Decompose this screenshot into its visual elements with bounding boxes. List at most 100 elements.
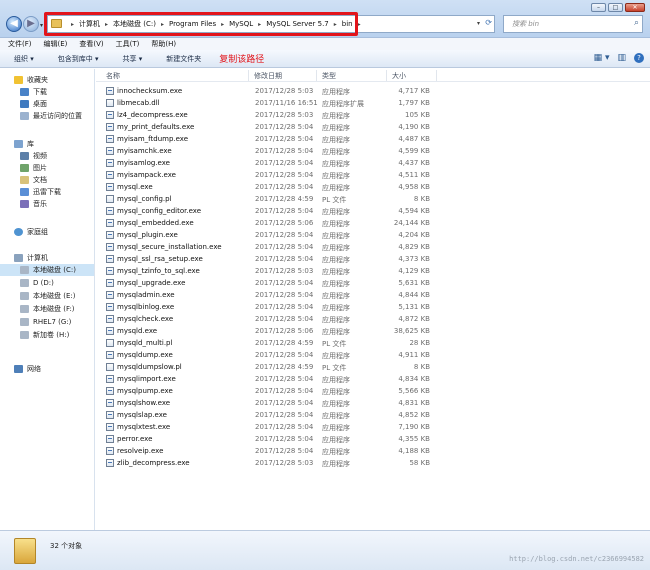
nav-drive-c[interactable]: 本地磁盘 (C:) xyxy=(0,264,94,276)
column-header-date[interactable]: 修改日期 xyxy=(254,71,282,81)
nav-drive-d[interactable]: D (D:) xyxy=(20,277,54,289)
column-divider[interactable] xyxy=(316,70,317,81)
search-box[interactable]: 搜索 bin ⌕ xyxy=(503,15,643,33)
nav-favorites[interactable]: 收藏夹 xyxy=(14,74,48,86)
nav-recent[interactable]: 最近访问的位置 xyxy=(20,110,82,122)
nav-drive-f[interactable]: 本地磁盘 (F:) xyxy=(20,303,75,315)
share-button[interactable]: 共享 ▾ xyxy=(123,54,143,64)
nav-pictures[interactable]: 图片 xyxy=(20,162,47,174)
file-row[interactable]: mysqld.exe 2017/12/28 5:06 应用程序 38,625 KB xyxy=(104,325,444,337)
file-row[interactable]: myisamchk.exe 2017/12/28 5:04 应用程序 4,599 KB xyxy=(104,145,444,157)
file-row[interactable]: mysql.exe 2017/12/28 5:04 应用程序 4,958 KB xyxy=(104,181,444,193)
file-row[interactable]: my_print_defaults.exe 2017/12/28 5:04 应用程序… xyxy=(104,121,444,133)
menu-item[interactable]: 查看(V) xyxy=(79,39,103,49)
application-file-icon xyxy=(106,387,114,395)
nav-music[interactable]: 音乐 xyxy=(20,198,47,210)
nav-drive-g[interactable]: RHEL7 (G:) xyxy=(20,316,71,328)
file-row[interactable]: zlib_decompress.exe 2017/12/28 5:03 应用程序 58… xyxy=(104,457,444,469)
file-name: mysql_ssl_rsa_setup.exe xyxy=(117,255,203,263)
file-name: myisam_ftdump.exe xyxy=(117,135,189,143)
close-button[interactable]: ✕ xyxy=(625,3,645,12)
file-row[interactable]: mysql_tzinfo_to_sql.exe 2017/12/28 5:03 应用… xyxy=(104,265,444,277)
new-folder-button[interactable]: 新建文件夹 xyxy=(166,54,201,64)
file-row[interactable]: mysqldumpslow.pl 2017/12/28 4:59 PL 文件 8 KB xyxy=(104,361,444,373)
address-history-dropdown-icon[interactable]: ▾ xyxy=(477,20,480,27)
nav-homegroup[interactable]: 家庭组 xyxy=(14,226,48,238)
file-row[interactable]: mysqlslap.exe 2017/12/28 5:04 应用程序 4,852 KB xyxy=(104,409,444,421)
file-date: 2017/12/28 5:04 xyxy=(255,315,314,323)
column-divider[interactable] xyxy=(436,70,437,81)
file-type: 应用程序 xyxy=(322,268,350,276)
search-icon[interactable]: ⌕ xyxy=(634,18,639,28)
nav-xunlei[interactable]: 迅雷下载 xyxy=(20,186,61,198)
nav-computer[interactable]: 计算机 xyxy=(14,252,48,264)
file-row[interactable]: mysqld_multi.pl 2017/12/28 4:59 PL 文件 28 KB xyxy=(104,337,444,349)
file-row[interactable]: mysql_plugin.exe 2017/12/28 5:04 应用程序 4,204… xyxy=(104,229,444,241)
file-row[interactable]: myisamlog.exe 2017/12/28 5:04 应用程序 4,437 KB xyxy=(104,157,444,169)
file-row[interactable]: mysqldump.exe 2017/12/28 5:04 应用程序 4,911 KB xyxy=(104,349,444,361)
column-header-type[interactable]: 类型 xyxy=(322,71,336,81)
nav-drive-e[interactable]: 本地磁盘 (E:) xyxy=(20,290,75,302)
file-row[interactable]: resolveip.exe 2017/12/28 5:04 应用程序 4,188 KB xyxy=(104,445,444,457)
file-name: mysqlxtest.exe xyxy=(117,423,171,431)
file-row[interactable]: myisampack.exe 2017/12/28 5:04 应用程序 4,511 K… xyxy=(104,169,444,181)
column-header-size[interactable]: 大小 xyxy=(392,71,406,81)
nav-libraries[interactable]: 库 xyxy=(14,138,34,150)
file-row[interactable]: myisam_ftdump.exe 2017/12/28 5:04 应用程序 4,48… xyxy=(104,133,444,145)
organize-button[interactable]: 组织 ▾ xyxy=(14,54,34,64)
nav-label: 家庭组 xyxy=(27,228,48,236)
file-row[interactable]: mysql_embedded.exe 2017/12/28 5:06 应用程序 24,… xyxy=(104,217,444,229)
file-row[interactable]: perror.exe 2017/12/28 5:04 应用程序 4,355 KB xyxy=(104,433,444,445)
file-date: 2017/12/28 5:04 xyxy=(255,279,314,287)
file-row[interactable]: mysql_upgrade.exe 2017/12/28 5:04 应用程序 5,63… xyxy=(104,277,444,289)
menu-item[interactable]: 帮助(H) xyxy=(151,39,176,49)
maximize-button[interactable]: □ xyxy=(608,3,623,12)
refresh-icon[interactable]: ⟳ xyxy=(485,18,492,27)
help-icon[interactable]: ? xyxy=(634,53,644,63)
network-icon xyxy=(14,365,23,373)
recent-pages-dropdown-icon[interactable]: ▾ xyxy=(40,22,43,29)
forward-button[interactable]: ▶ xyxy=(23,16,39,32)
file-row[interactable]: libmecab.dll 2017/11/16 16:51 应用程序扩展 1,797 … xyxy=(104,97,444,109)
menu-item[interactable]: 文件(F) xyxy=(8,39,32,49)
change-view-icon[interactable]: ▦ ▾ xyxy=(594,53,610,63)
file-row[interactable]: mysqlshow.exe 2017/12/28 5:04 应用程序 4,831 KB xyxy=(104,397,444,409)
star-icon xyxy=(14,76,23,84)
file-row[interactable]: mysqlcheck.exe 2017/12/28 5:04 应用程序 4,872 K… xyxy=(104,313,444,325)
file-row[interactable]: mysqlimport.exe 2017/12/28 5:04 应用程序 4,834 … xyxy=(104,373,444,385)
file-row[interactable]: mysql_config_editor.exe 2017/12/28 5:04 应用… xyxy=(104,205,444,217)
nav-desktop[interactable]: 桌面 xyxy=(20,98,47,110)
nav-documents[interactable]: 文档 xyxy=(20,174,47,186)
column-divider[interactable] xyxy=(386,70,387,81)
file-row[interactable]: mysql_ssl_rsa_setup.exe 2017/12/28 5:04 应用… xyxy=(104,253,444,265)
preview-pane-icon[interactable]: ▥ xyxy=(617,53,626,63)
nav-downloads[interactable]: 下载 xyxy=(20,86,47,98)
file-size: 8 KB xyxy=(413,363,430,371)
file-row[interactable]: innochecksum.exe 2017/12/28 5:03 应用程序 4,717… xyxy=(104,85,444,97)
file-row[interactable]: mysql_secure_installation.exe 2017/12/28 … xyxy=(104,241,444,253)
column-header-name[interactable]: 名称 xyxy=(106,71,120,81)
file-row[interactable]: mysqladmin.exe 2017/12/28 5:04 应用程序 4,844 K… xyxy=(104,289,444,301)
search-input[interactable]: 搜索 bin xyxy=(512,19,539,29)
file-row[interactable]: mysqlbinlog.exe 2017/12/28 5:04 应用程序 5,131 … xyxy=(104,301,444,313)
nav-network[interactable]: 网络 xyxy=(14,363,41,375)
file-size: 4,437 KB xyxy=(398,159,430,167)
file-row[interactable]: mysqlpump.exe 2017/12/28 5:04 应用程序 5,566 KB xyxy=(104,385,444,397)
file-row[interactable]: mysql_config.pl 2017/12/28 4:59 PL 文件 8 KB xyxy=(104,193,444,205)
nav-videos[interactable]: 视频 xyxy=(20,150,47,162)
file-row[interactable]: lz4_decompress.exe 2017/12/28 5:03 应用程序 105… xyxy=(104,109,444,121)
file-size: 58 KB xyxy=(409,459,430,467)
file-date: 2017/12/28 5:04 xyxy=(255,123,314,131)
file-type: 应用程序 xyxy=(322,124,350,132)
column-divider[interactable] xyxy=(248,70,249,81)
include-in-library-button[interactable]: 包含到库中 ▾ xyxy=(58,54,99,64)
menu-item[interactable]: 工具(T) xyxy=(116,39,140,49)
file-row[interactable]: mysqlxtest.exe 2017/12/28 5:04 应用程序 7,190 K… xyxy=(104,421,444,433)
file-size: 4,599 KB xyxy=(398,147,430,155)
menu-item[interactable]: 编辑(E) xyxy=(44,39,68,49)
nav-drive-h[interactable]: 新加卷 (H:) xyxy=(20,329,69,341)
minimize-button[interactable]: – xyxy=(591,3,606,12)
back-button[interactable]: ◀ xyxy=(6,16,22,32)
application-file-icon xyxy=(106,171,114,179)
file-list-pane: 名称 修改日期 类型 大小 innochecksum.exe 2017/12/28… xyxy=(96,69,650,530)
